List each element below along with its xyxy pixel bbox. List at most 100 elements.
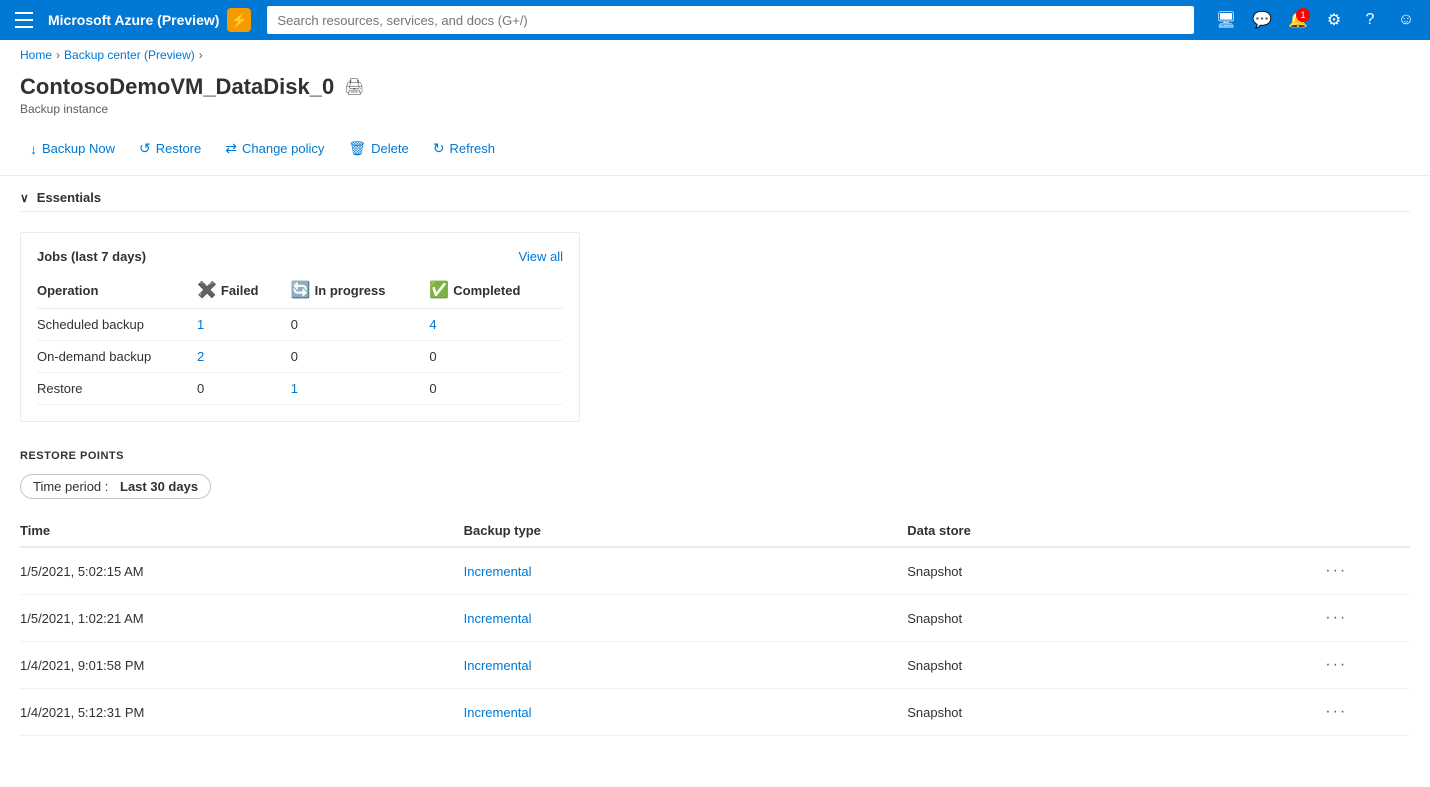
backup-now-button[interactable]: ↓ Backup Now	[20, 135, 125, 163]
essentials-label: Essentials	[37, 190, 101, 205]
breadcrumb-sep1: ›	[56, 48, 60, 62]
inprogress-icon: 🔄	[291, 280, 311, 300]
col-time: Time	[20, 515, 464, 547]
failed-icon: ✖️	[197, 280, 217, 300]
restore-data-store: Snapshot	[907, 689, 1321, 736]
restore-time: 1/5/2021, 1:02:21 AM	[20, 595, 464, 642]
col-operation: Operation	[37, 276, 197, 309]
jobs-title: Jobs (last 7 days)	[37, 249, 146, 264]
breadcrumb: Home › Backup center (Preview) ›	[0, 40, 1430, 70]
jobs-table: Operation ✖️ Failed 🔄 In progress	[37, 276, 563, 405]
page-title: ContosoDemoVM_DataDisk_0	[20, 74, 334, 100]
notification-badge: 1	[1296, 8, 1310, 22]
col-actions	[1321, 515, 1410, 547]
restore-points-section: RESTORE POINTS Time period : Last 30 day…	[0, 434, 1430, 744]
topbar: Microsoft Azure (Preview) ⚡ 🖥 💬 🔔 1 ⚙ ? …	[0, 0, 1430, 40]
row-ellipsis-button[interactable]: ···	[1321, 701, 1351, 723]
settings-icon[interactable]: ⚙	[1318, 4, 1350, 36]
restore-backup-type[interactable]: Incremental	[464, 595, 908, 642]
topbar-icons: 🖥 💬 🔔 1 ⚙ ? ☺	[1210, 4, 1422, 36]
job-completed: 0	[429, 341, 563, 373]
restore-time: 1/5/2021, 5:02:15 AM	[20, 547, 464, 595]
col-inprogress: 🔄 In progress	[291, 276, 430, 309]
change-policy-icon: ⇄	[225, 140, 237, 157]
app-title: Microsoft Azure (Preview)	[48, 12, 219, 28]
restore-backup-type[interactable]: Incremental	[464, 642, 908, 689]
row-ellipsis-button[interactable]: ···	[1321, 607, 1351, 629]
breadcrumb-sep2: ›	[199, 48, 203, 62]
restore-table-row: 1/5/2021, 5:02:15 AM Incremental Snapsho…	[20, 547, 1410, 595]
search-input[interactable]	[267, 6, 1194, 34]
job-failed: 2	[197, 341, 291, 373]
restore-time: 1/4/2021, 5:12:31 PM	[20, 689, 464, 736]
toolbar: ↓ Backup Now ↺ Restore ⇄ Change policy 🗑…	[0, 128, 1430, 176]
restore-time: 1/4/2021, 9:01:58 PM	[20, 642, 464, 689]
help-icon[interactable]: ?	[1354, 4, 1386, 36]
restore-table-row: 1/5/2021, 1:02:21 AM Incremental Snapsho…	[20, 595, 1410, 642]
feedback-icon[interactable]: 💬	[1246, 4, 1278, 36]
page-subtitle: Backup instance	[20, 102, 1410, 116]
restore-actions: ···	[1321, 642, 1410, 689]
restore-data-store: Snapshot	[907, 595, 1321, 642]
job-operation: Scheduled backup	[37, 309, 197, 341]
inprogress-count-link[interactable]: 1	[291, 381, 298, 396]
restore-actions: ···	[1321, 595, 1410, 642]
refresh-icon: ↻	[433, 140, 445, 157]
restore-icon: ↺	[139, 140, 151, 157]
col-completed: ✅ Completed	[429, 276, 563, 309]
backup-now-icon: ↓	[30, 141, 37, 157]
delete-button[interactable]: 🗑 Delete	[338, 134, 418, 163]
hamburger-menu[interactable]	[8, 4, 40, 36]
change-policy-button[interactable]: ⇄ Change policy	[215, 134, 334, 163]
row-ellipsis-button[interactable]: ···	[1321, 654, 1351, 676]
essentials-section: ∨ Essentials	[0, 176, 1430, 220]
jobs-card: Jobs (last 7 days) View all Operation ✖️…	[20, 232, 580, 422]
job-inprogress: 1	[291, 373, 430, 405]
restore-actions: ···	[1321, 689, 1410, 736]
restore-points-title: RESTORE POINTS	[20, 450, 1410, 462]
job-failed: 0	[197, 373, 291, 405]
main-content: Home › Backup center (Preview) › Contoso…	[0, 40, 1430, 787]
restore-backup-type[interactable]: Incremental	[464, 689, 908, 736]
failed-count-link[interactable]: 2	[197, 349, 204, 364]
jobs-table-row: Restore 0 1 0	[37, 373, 563, 405]
job-operation: On-demand backup	[37, 341, 197, 373]
job-operation: Restore	[37, 373, 197, 405]
filter-label: Time period :	[33, 479, 108, 494]
job-failed: 1	[197, 309, 291, 341]
restore-data-store: Snapshot	[907, 642, 1321, 689]
row-ellipsis-button[interactable]: ···	[1321, 560, 1351, 582]
cloud-shell-icon[interactable]: 🖥	[1210, 4, 1242, 36]
failed-count-link[interactable]: 1	[197, 317, 204, 332]
restore-points-table: Time Backup type Data store 1/5/2021, 5:…	[20, 515, 1410, 736]
refresh-button[interactable]: ↻ Refresh	[423, 134, 505, 163]
lightning-icon: ⚡	[227, 8, 251, 32]
restore-table-row: 1/4/2021, 9:01:58 PM Incremental Snapsho…	[20, 642, 1410, 689]
notifications-icon[interactable]: 🔔 1	[1282, 4, 1314, 36]
jobs-card-header: Jobs (last 7 days) View all	[37, 249, 563, 264]
restore-backup-type[interactable]: Incremental	[464, 547, 908, 595]
filter-value: Last 30 days	[120, 479, 198, 494]
completed-count-link[interactable]: 4	[429, 317, 436, 332]
time-period-filter[interactable]: Time period : Last 30 days	[20, 474, 211, 499]
restore-actions: ···	[1321, 547, 1410, 595]
jobs-table-row: Scheduled backup 1 0 4	[37, 309, 563, 341]
essentials-chevron: ∨	[20, 191, 29, 205]
job-inprogress: 0	[291, 341, 430, 373]
view-all-link[interactable]: View all	[518, 249, 563, 264]
completed-icon: ✅	[429, 280, 449, 300]
print-icon[interactable]: 🖨	[344, 77, 364, 97]
job-inprogress: 0	[291, 309, 430, 341]
job-completed: 4	[429, 309, 563, 341]
jobs-table-row: On-demand backup 2 0 0	[37, 341, 563, 373]
essentials-header[interactable]: ∨ Essentials	[20, 184, 1410, 212]
col-data-store: Data store	[907, 515, 1321, 547]
breadcrumb-home[interactable]: Home	[20, 48, 52, 62]
breadcrumb-parent[interactable]: Backup center (Preview)	[64, 48, 195, 62]
account-icon[interactable]: ☺	[1390, 4, 1422, 36]
col-failed: ✖️ Failed	[197, 276, 291, 309]
restore-data-store: Snapshot	[907, 547, 1321, 595]
restore-table-row: 1/4/2021, 5:12:31 PM Incremental Snapsho…	[20, 689, 1410, 736]
col-backup-type: Backup type	[464, 515, 908, 547]
restore-button[interactable]: ↺ Restore	[129, 134, 211, 163]
